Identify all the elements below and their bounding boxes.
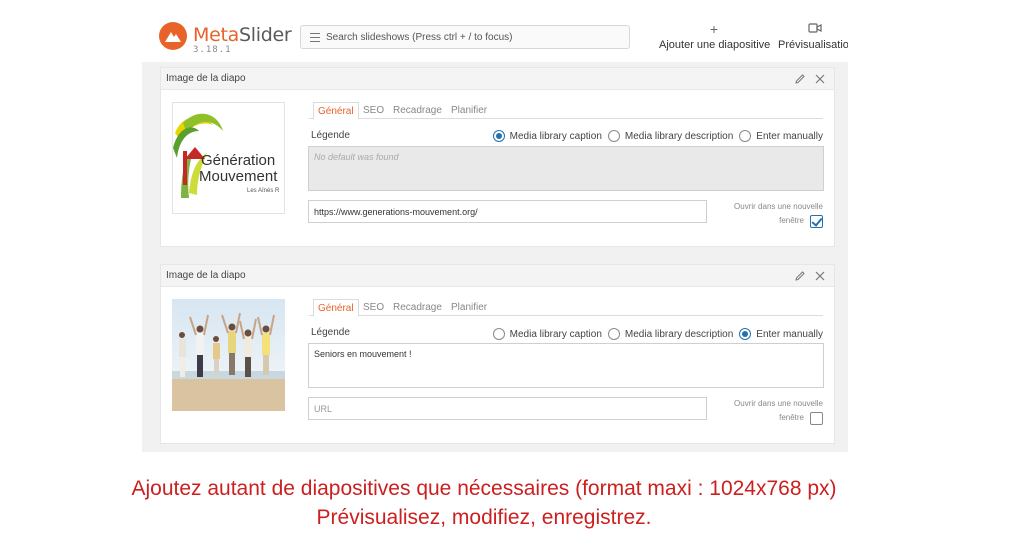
- tab-seo[interactable]: SEO: [359, 102, 388, 119]
- slide-tabs: Général SEO Recadrage Planifier: [309, 299, 823, 317]
- new-window-option: Ouvrir dans une nouvelle fenêtre: [734, 397, 823, 425]
- tab-seo[interactable]: SEO: [359, 299, 388, 316]
- radio-enter-manually[interactable]: Enter manually: [739, 130, 823, 142]
- caption-source-options: Media library caption Media library desc…: [487, 327, 823, 341]
- svg-text:Mouvement: Mouvement: [199, 168, 278, 185]
- tab-recadrage[interactable]: Recadrage: [389, 299, 446, 316]
- search-placeholder: Search slideshows (Press ctrl + / to foc…: [326, 32, 513, 43]
- close-icon[interactable]: [814, 270, 826, 282]
- metaslider-logo-icon: [159, 22, 187, 50]
- caption-textarea[interactable]: No default was found: [308, 146, 824, 191]
- slide-card-1: Image de la diapo Génération Mouvement L…: [160, 67, 835, 247]
- new-window-checkbox[interactable]: [810, 214, 823, 228]
- caption-source-options: Media library caption Media library desc…: [487, 129, 823, 143]
- tab-planifier[interactable]: Planifier: [447, 102, 491, 119]
- new-window-checkbox[interactable]: [810, 411, 823, 425]
- slide-thumbnail-logo[interactable]: Génération Mouvement Les Aînés R: [172, 102, 285, 214]
- url-input[interactable]: URL: [308, 397, 707, 420]
- svg-text:Génération: Génération: [201, 152, 275, 169]
- caption-textarea[interactable]: Seniors en mouvement !: [308, 343, 824, 388]
- add-slide-label: Ajouter une diapositive: [659, 39, 771, 51]
- search-input[interactable]: Search slideshows (Press ctrl + / to foc…: [300, 25, 630, 49]
- slide-title: Image de la diapo: [166, 270, 246, 281]
- slide-card-header: Image de la diapo: [161, 68, 834, 90]
- preview-label: Prévisualisation: [778, 39, 856, 51]
- tab-general[interactable]: Général: [313, 102, 359, 120]
- pencil-icon[interactable]: [794, 73, 806, 85]
- slide-tabs: Général SEO Recadrage Planifier: [309, 102, 823, 120]
- menu-icon: [310, 33, 320, 42]
- url-input[interactable]: https://www.generations-mouvement.org/: [308, 200, 707, 223]
- camera-icon: [808, 22, 822, 36]
- radio-media-description[interactable]: Media library description: [607, 130, 733, 142]
- pencil-icon[interactable]: [794, 270, 806, 282]
- add-slide-button[interactable]: + Ajouter une diapositive: [659, 21, 771, 51]
- caption-label: Légende: [311, 130, 350, 141]
- brand-name: MetaSlider: [193, 24, 292, 46]
- radio-media-description[interactable]: Media library description: [607, 328, 733, 340]
- slide-card-2: Image de la diapo Général SEO Recadrage …: [160, 264, 835, 444]
- radio-media-caption[interactable]: Media library caption: [492, 328, 602, 340]
- new-window-option: Ouvrir dans une nouvelle fenêtre: [734, 200, 823, 228]
- app-header: MetaSlider 3.18.1 Search slideshows (Pre…: [0, 0, 1024, 62]
- slide-card-header: Image de la diapo: [161, 265, 834, 287]
- instructions-text: Ajoutez autant de diapositives que néces…: [0, 474, 968, 532]
- instructions-line-1: Ajoutez autant de diapositives que néces…: [131, 477, 837, 500]
- svg-text:Les Aînés R: Les Aînés R: [247, 188, 280, 194]
- close-icon[interactable]: [814, 73, 826, 85]
- tab-recadrage[interactable]: Recadrage: [389, 102, 446, 119]
- slide-title: Image de la diapo: [166, 73, 246, 84]
- instructions-line-2: Prévisualisez, modifiez, enregistrez.: [316, 506, 652, 529]
- caption-label: Légende: [311, 327, 350, 338]
- radio-media-caption[interactable]: Media library caption: [492, 130, 602, 142]
- tab-planifier[interactable]: Planifier: [447, 299, 491, 316]
- radio-enter-manually[interactable]: Enter manually: [739, 328, 823, 340]
- plus-icon: +: [709, 21, 719, 37]
- tab-general[interactable]: Général: [313, 299, 359, 317]
- version-label: 3.18.1: [193, 45, 232, 55]
- preview-button[interactable]: Prévisualisation: [778, 22, 858, 51]
- slide-thumbnail-photo[interactable]: [172, 299, 285, 411]
